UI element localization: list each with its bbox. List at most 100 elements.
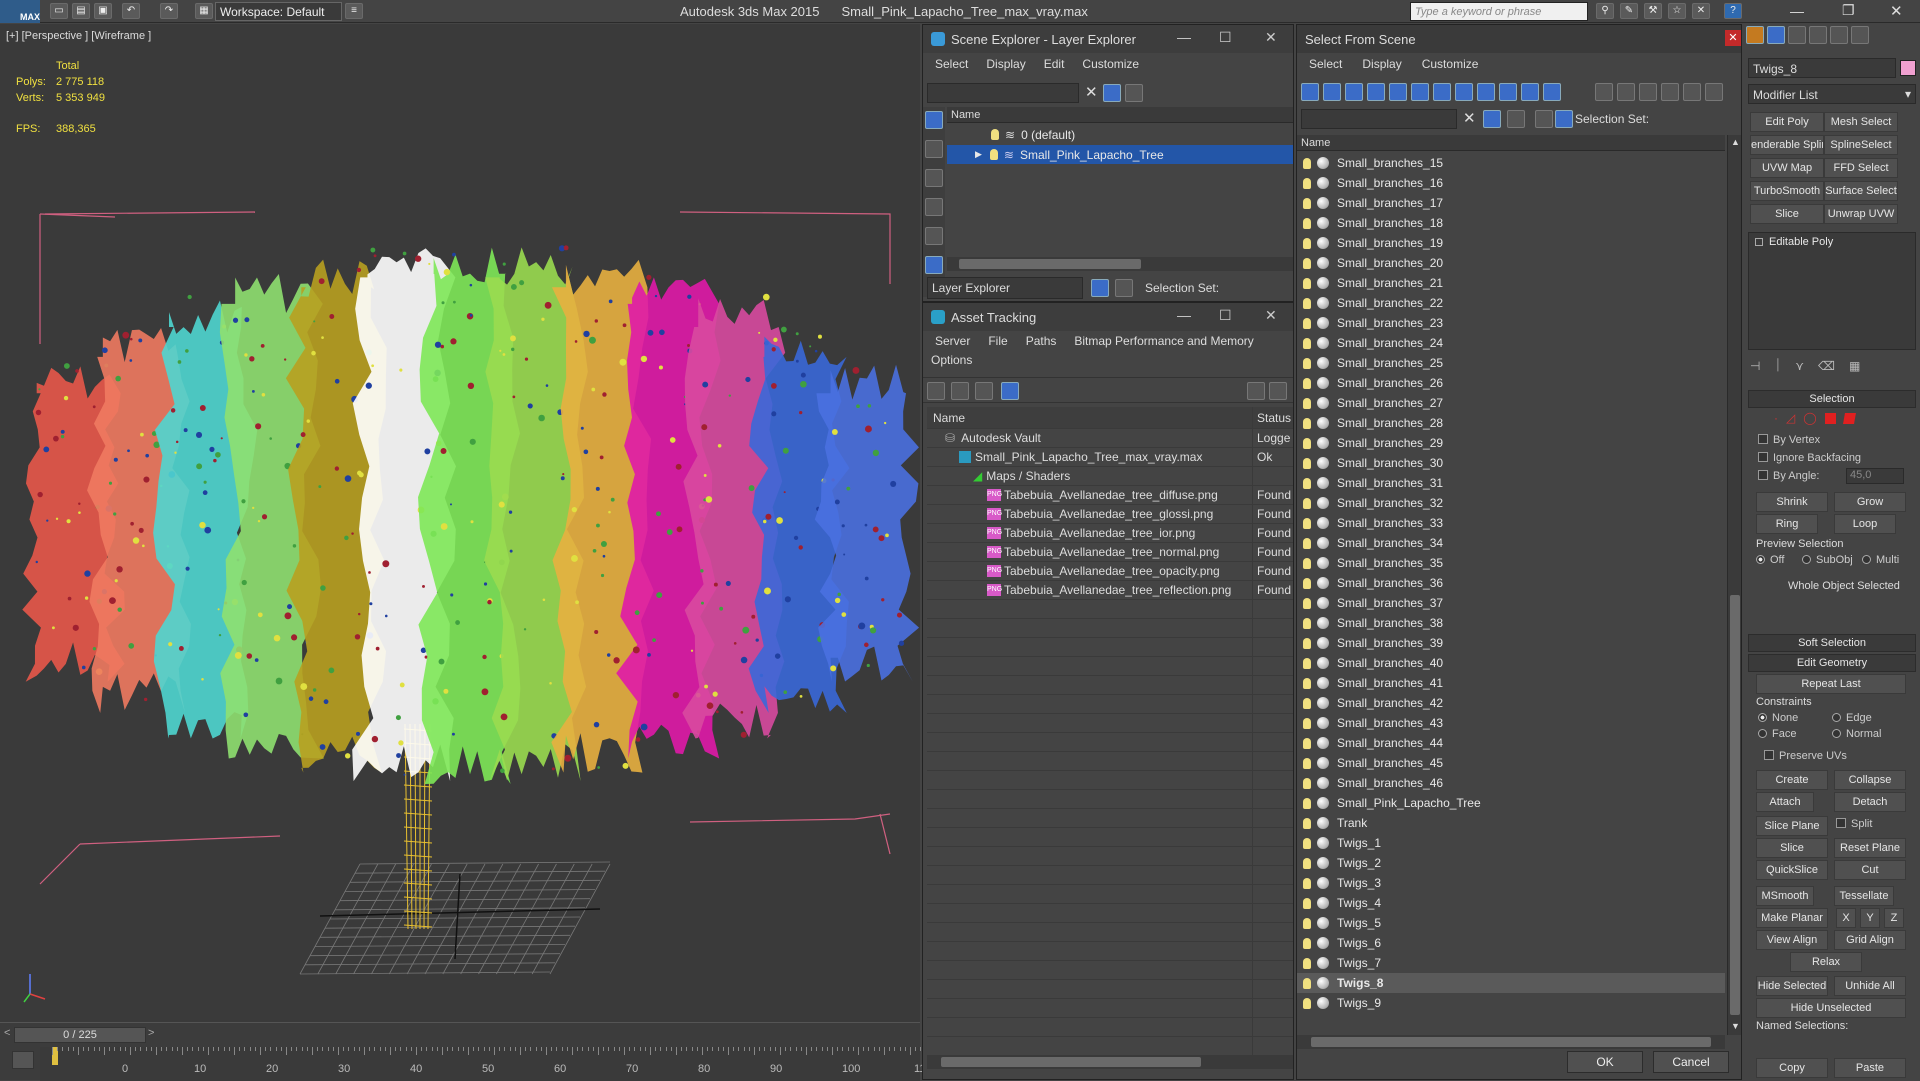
- hide-selected-button[interactable]: Hide Selected: [1756, 976, 1828, 996]
- scene-object-row[interactable]: Small_branches_46: [1297, 773, 1725, 793]
- modifier-button[interactable]: Surface Select: [1824, 181, 1898, 201]
- scene-list-horizontal-scrollbar[interactable]: [1297, 1035, 1725, 1049]
- scene-object-row[interactable]: Small_branches_23: [1297, 313, 1725, 333]
- preserve-uvs-checkbox[interactable]: Preserve UVs: [1764, 750, 1847, 762]
- scene-object-row[interactable]: Small_branches_18: [1297, 213, 1725, 233]
- visibility-bulb-icon[interactable]: [1303, 937, 1311, 949]
- scene-object-row[interactable]: Small_Pink_Lapacho_Tree: [1297, 793, 1725, 813]
- scene-filter-input[interactable]: [1301, 109, 1457, 129]
- show-end-result-icon[interactable]: ⏐: [1774, 358, 1781, 373]
- element-level-icon[interactable]: [1842, 412, 1856, 424]
- visibility-bulb-icon[interactable]: [1303, 777, 1311, 789]
- by-angle-checkbox[interactable]: By Angle:: [1758, 470, 1819, 482]
- display-spacewarps-icon[interactable]: [1411, 83, 1429, 101]
- asset-row[interactable]: PNG Tabebuia_Avellanedae_tree_ior.png Foun…: [927, 524, 1293, 543]
- view-align-button[interactable]: View Align: [1756, 930, 1828, 950]
- preview-multi-radio[interactable]: Multi: [1862, 554, 1899, 566]
- modifier-button[interactable]: UVW Map: [1750, 158, 1824, 178]
- create-button[interactable]: Create: [1756, 770, 1828, 790]
- asset-col-name[interactable]: Name: [927, 407, 1253, 428]
- visibility-bulb-icon[interactable]: [1303, 997, 1311, 1009]
- planar-z-button[interactable]: Z: [1884, 908, 1904, 928]
- scene-object-row[interactable]: Small_branches_22: [1297, 293, 1725, 313]
- hide-unselected-button[interactable]: Hide Unselected: [1756, 998, 1906, 1018]
- selection-rollout-header[interactable]: Selection: [1748, 390, 1916, 408]
- visibility-bulb-icon[interactable]: [1303, 477, 1311, 489]
- scene-object-row[interactable]: Twigs_7: [1297, 953, 1725, 973]
- menu-select[interactable]: Select: [1309, 57, 1342, 71]
- modifier-list-dropdown[interactable]: Modifier List ▾: [1748, 84, 1916, 104]
- display-helpers-icon[interactable]: [1389, 83, 1407, 101]
- visibility-bulb-icon[interactable]: [1303, 837, 1311, 849]
- asset-col-status[interactable]: Status: [1253, 407, 1293, 428]
- scene-object-row[interactable]: Small_branches_29: [1297, 433, 1725, 453]
- pin-stack-icon[interactable]: ⊣: [1750, 359, 1760, 373]
- visibility-bulb-icon[interactable]: [1303, 817, 1311, 829]
- minimize-icon[interactable]: —: [1177, 29, 1191, 45]
- stack-item-editable-poly[interactable]: Editable Poly: [1749, 233, 1915, 251]
- asset-row[interactable]: ◢ Maps / Shaders: [927, 467, 1293, 486]
- visibility-bulb-icon[interactable]: [1303, 417, 1311, 429]
- remove-modifier-icon[interactable]: ⌫: [1818, 359, 1835, 373]
- visibility-bulb-icon[interactable]: [1303, 297, 1311, 309]
- settings-icon[interactable]: [1269, 382, 1287, 400]
- visibility-bulb-icon[interactable]: [1303, 277, 1311, 289]
- split-checkbox[interactable]: Split: [1836, 818, 1872, 830]
- restore-icon[interactable]: ❐: [1842, 2, 1855, 19]
- visibility-bulb-icon[interactable]: [1303, 597, 1311, 609]
- visibility-bulb-icon[interactable]: [1303, 877, 1311, 889]
- modifier-button[interactable]: Unwrap UVW: [1824, 204, 1898, 224]
- visibility-bulb-icon[interactable]: [1303, 457, 1311, 469]
- visibility-bulb-icon[interactable]: [1303, 677, 1311, 689]
- menu-paths[interactable]: Paths: [1026, 334, 1057, 348]
- visibility-bulb-icon[interactable]: [1303, 497, 1311, 509]
- modifier-button[interactable]: SplineSelect: [1824, 135, 1898, 155]
- scene-object-row[interactable]: Small_branches_21: [1297, 273, 1725, 293]
- filter-icon[interactable]: [1483, 110, 1501, 128]
- asset-tracking-titlebar[interactable]: Asset Tracking — ☐ ✕: [923, 303, 1293, 331]
- track-bar[interactable]: 010203040506070809010011012: [40, 1047, 998, 1081]
- scene-object-row[interactable]: Small_branches_34: [1297, 533, 1725, 553]
- filter-icon[interactable]: [1103, 84, 1121, 102]
- scene-object-row[interactable]: Small_branches_32: [1297, 493, 1725, 513]
- scene-object-row[interactable]: Small_branches_35: [1297, 553, 1725, 573]
- visibility-bulb-icon[interactable]: [1303, 437, 1311, 449]
- repeat-last-button[interactable]: Repeat Last: [1756, 674, 1906, 694]
- close-icon[interactable]: ✕: [1725, 30, 1741, 46]
- relax-button[interactable]: Relax: [1790, 952, 1862, 972]
- asset-row[interactable]: PNG Tabebuia_Avellanedae_tree_diffuse.png…: [927, 486, 1293, 505]
- scene-object-row[interactable]: Small_branches_31: [1297, 473, 1725, 493]
- constraint-normal-radio[interactable]: Normal: [1832, 728, 1881, 740]
- constraint-none-radio[interactable]: None: [1758, 712, 1798, 724]
- menu-select[interactable]: Select: [935, 57, 968, 71]
- ok-button[interactable]: OK: [1567, 1051, 1643, 1073]
- layer-name-column-header[interactable]: Name: [947, 107, 1293, 123]
- scene-object-row[interactable]: Trank: [1297, 813, 1725, 833]
- tessellate-button[interactable]: Tessellate: [1834, 886, 1894, 906]
- asset-row[interactable]: PNG Tabebuia_Avellanedae_tree_glossi.png F…: [927, 505, 1293, 524]
- display-cameras-icon[interactable]: [1367, 83, 1385, 101]
- display-frozen-icon[interactable]: [1521, 83, 1539, 101]
- project-folder-icon[interactable]: ▦: [195, 3, 213, 19]
- object-name-field[interactable]: Twigs_8: [1748, 58, 1896, 78]
- border-level-icon[interactable]: ◯: [1803, 411, 1816, 425]
- motion-tab-icon[interactable]: [1809, 26, 1827, 44]
- modifier-button[interactable]: FFD Select: [1824, 158, 1898, 178]
- scene-name-column-header[interactable]: Name: [1297, 135, 1725, 151]
- visibility-bulb-icon[interactable]: [1303, 397, 1311, 409]
- scene-object-row[interactable]: Small_branches_24: [1297, 333, 1725, 353]
- scene-object-row[interactable]: Small_branches_38: [1297, 613, 1725, 633]
- visibility-bulb-icon[interactable]: [1303, 157, 1311, 169]
- planar-x-button[interactable]: X: [1836, 908, 1856, 928]
- modifier-button[interactable]: enderable Splir: [1750, 135, 1824, 155]
- scene-object-row[interactable]: Small_branches_28: [1297, 413, 1725, 433]
- scene-object-row[interactable]: Small_branches_41: [1297, 673, 1725, 693]
- planar-y-button[interactable]: Y: [1860, 908, 1880, 928]
- ring-button[interactable]: Ring: [1756, 514, 1818, 534]
- scroll-down-icon[interactable]: ▼: [1731, 1021, 1740, 1031]
- next-frame-icon[interactable]: >: [148, 1027, 154, 1039]
- make-unique-icon[interactable]: ⋎: [1795, 359, 1804, 373]
- scene-object-row[interactable]: Twigs_4: [1297, 893, 1725, 913]
- scene-object-row[interactable]: Small_branches_15: [1297, 153, 1725, 173]
- vertex-level-icon[interactable]: ·: [1774, 411, 1778, 425]
